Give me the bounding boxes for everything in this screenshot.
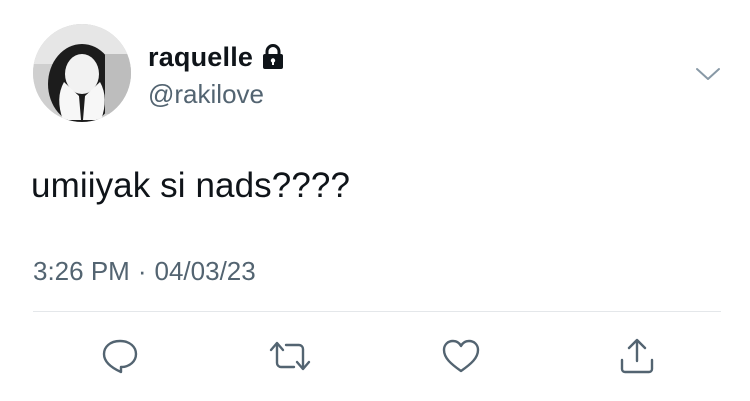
lock-icon	[261, 44, 285, 70]
avatar-photo	[33, 24, 131, 122]
tweet-date: 04/03/23	[154, 256, 256, 286]
timestamp-separator: ·	[137, 256, 147, 286]
chevron-down-icon[interactable]	[694, 64, 722, 84]
share-icon	[620, 338, 654, 374]
heart-icon	[442, 339, 480, 373]
tweet-time: 3:26 PM	[33, 256, 130, 286]
reply-icon	[102, 339, 138, 374]
user-handle[interactable]: @rakilove	[148, 79, 264, 110]
timestamp[interactable]: 3:26 PM · 04/03/23	[33, 256, 256, 287]
reply-button[interactable]	[98, 336, 142, 376]
retweet-icon	[269, 341, 311, 371]
divider	[33, 311, 721, 312]
display-name[interactable]: raquelle	[148, 42, 253, 73]
retweet-button[interactable]	[268, 336, 312, 376]
share-button[interactable]	[615, 336, 659, 376]
avatar[interactable]	[33, 24, 131, 122]
like-button[interactable]	[439, 336, 483, 376]
tweet-text: umiiyak si nads????	[31, 166, 351, 205]
display-name-row: raquelle	[148, 40, 285, 74]
